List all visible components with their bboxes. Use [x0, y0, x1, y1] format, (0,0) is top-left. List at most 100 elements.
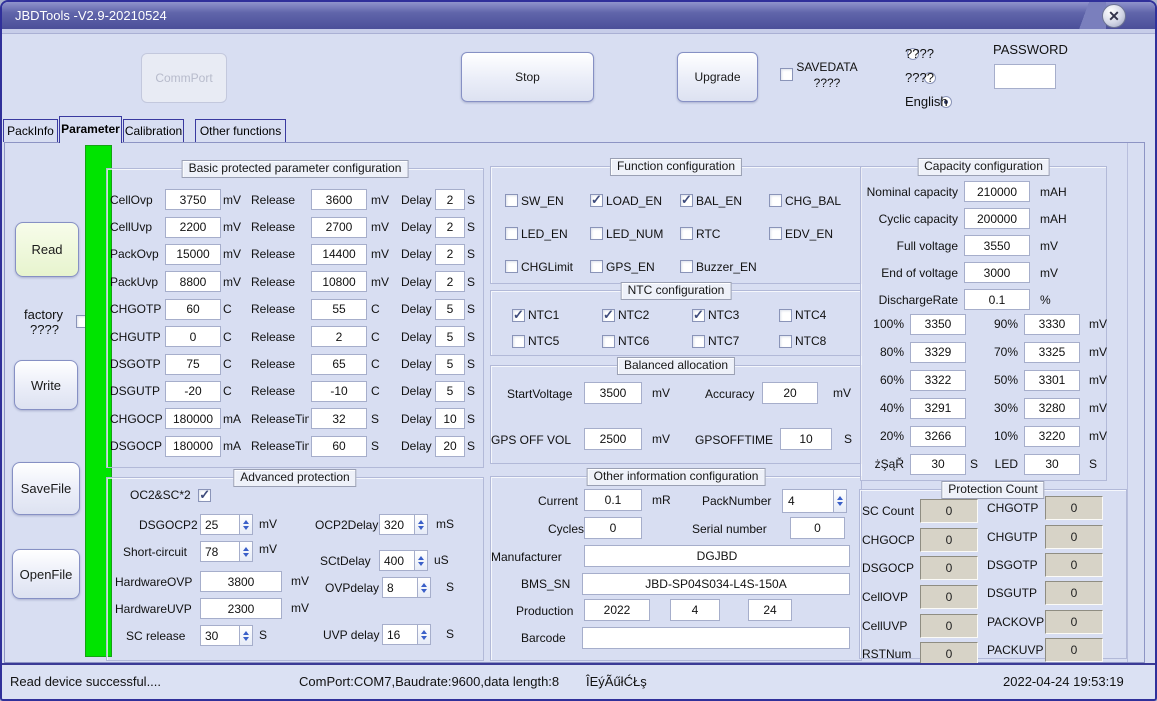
savefile-button[interactable]: SaveFile — [12, 462, 80, 515]
delay-value-input[interactable]: 2 — [435, 217, 465, 238]
manufacturer-input[interactable]: DGJBD — [584, 545, 850, 567]
soc-voltage-input[interactable]: 3330 — [1024, 314, 1080, 335]
uvp-delay-spinner[interactable]: 16 — [382, 624, 431, 645]
function-item[interactable]: BAL_EN — [680, 194, 769, 208]
spinner-down-icon[interactable] — [243, 637, 249, 641]
param-value-input[interactable]: 3750 — [165, 189, 221, 210]
param-value-input[interactable]: 8800 — [165, 271, 221, 292]
upgrade-button[interactable]: Upgrade — [677, 52, 758, 102]
hardware-uvp-input[interactable]: 2300 — [200, 598, 282, 619]
param-value-input[interactable]: 2200 — [165, 217, 221, 238]
release-value-input[interactable]: -10 — [311, 381, 367, 402]
soc-voltage-input[interactable]: 3325 — [1024, 342, 1080, 363]
spinner-down-icon[interactable] — [418, 562, 424, 566]
spinner-down-icon[interactable] — [243, 553, 249, 557]
pack-number-input[interactable]: 4 — [782, 489, 834, 513]
soc-voltage-input[interactable]: 3329 — [910, 342, 966, 363]
spinner-updown-icon[interactable] — [240, 625, 253, 646]
ovpdelay-spinner[interactable]: 8 — [382, 577, 431, 598]
sctdelay-input[interactable]: 400 — [379, 550, 415, 571]
titlebar[interactable]: JBDTools -V2.9-20210524 ✕ — [2, 2, 1155, 29]
release-value-input[interactable]: 3600 — [311, 189, 367, 210]
sw-en-checkbox[interactable] — [505, 194, 518, 207]
bal-en-checkbox[interactable] — [680, 194, 693, 207]
param-value-input[interactable]: 0 — [165, 326, 221, 347]
release-value-input[interactable]: 60 — [311, 436, 367, 457]
spinner-up-icon[interactable] — [243, 547, 249, 551]
tab-parameter[interactable]: Parameter — [59, 116, 122, 143]
bms-sn-input[interactable]: JBD-SP04S034-L4S-150A — [582, 573, 850, 595]
ntc8-checkbox[interactable] — [779, 335, 792, 348]
spinner-down-icon[interactable] — [421, 589, 427, 593]
spinner-up-icon[interactable] — [421, 630, 427, 634]
ntc7-checkbox[interactable] — [692, 335, 705, 348]
short-circuit-input[interactable]: 78 — [200, 541, 240, 562]
function-item[interactable]: EDV_EN — [769, 227, 860, 241]
spinner-up-icon[interactable] — [243, 631, 249, 635]
tab-calibration[interactable]: Calibration — [123, 119, 184, 142]
function-item[interactable]: GPS_EN — [590, 260, 680, 274]
ntc-item[interactable]: NTC5 — [512, 334, 602, 348]
spinner-updown-icon[interactable] — [240, 514, 253, 535]
param-value-input[interactable]: 75 — [165, 354, 221, 375]
function-item[interactable]: CHGLimit — [505, 260, 590, 274]
spinner-up-icon[interactable] — [418, 556, 424, 560]
delay-value-input[interactable]: 5 — [435, 326, 465, 347]
delay-value-input[interactable]: 20 — [435, 436, 465, 457]
sctdelay-spinner[interactable]: 400 — [379, 550, 428, 571]
production-day-input[interactable]: 24 — [748, 599, 792, 621]
chg-bal-checkbox[interactable] — [769, 194, 782, 207]
sc-release-input[interactable]: 30 — [200, 625, 240, 646]
commport-button[interactable]: CommPort — [141, 53, 227, 103]
short-circuit-spinner[interactable]: 78 — [200, 541, 253, 562]
ntc-item[interactable]: NTC3 — [692, 308, 779, 322]
function-item[interactable]: LED_NUM — [590, 227, 680, 241]
param-value-input[interactable]: 60 — [165, 299, 221, 320]
spinner-up-icon[interactable] — [421, 583, 427, 587]
ntc-item[interactable]: NTC6 — [602, 334, 692, 348]
ntc6-checkbox[interactable] — [602, 335, 615, 348]
serial-number-input[interactable]: 0 — [790, 517, 845, 539]
spinner-down-icon[interactable] — [243, 526, 249, 530]
uvp-delay-input[interactable]: 16 — [382, 624, 418, 645]
capacity-value-input[interactable]: 3000 — [964, 262, 1030, 283]
close-icon[interactable]: ✕ — [1102, 4, 1126, 28]
password-input[interactable] — [994, 64, 1056, 89]
release-value-input[interactable]: 32 — [311, 408, 367, 429]
delay-value-input[interactable]: 10 — [435, 408, 465, 429]
spinner-updown-icon[interactable] — [415, 550, 428, 571]
barcode-input[interactable] — [582, 627, 850, 649]
release-value-input[interactable]: 55 — [311, 299, 367, 320]
spinner-updown-icon[interactable] — [834, 489, 847, 513]
production-year-input[interactable]: 2022 — [584, 599, 650, 621]
write-button[interactable]: Write — [14, 360, 78, 410]
ntc4-checkbox[interactable] — [779, 309, 792, 322]
capacity-value-input[interactable]: 210000 — [964, 181, 1030, 202]
ntc2-checkbox[interactable] — [602, 309, 615, 322]
soc-voltage-input[interactable]: 3220 — [1024, 426, 1080, 447]
production-month-input[interactable]: 4 — [670, 599, 720, 621]
function-item[interactable]: RTC — [680, 227, 769, 241]
led-en-checkbox[interactable] — [505, 227, 518, 240]
start-voltage-input[interactable]: 3500 — [584, 382, 642, 404]
ocp2delay-input[interactable]: 320 — [379, 514, 415, 535]
function-item[interactable]: SW_EN — [505, 194, 590, 208]
delay-value-input[interactable]: 2 — [435, 189, 465, 210]
soc-voltage-input[interactable]: 3266 — [910, 426, 966, 447]
delay-value-input[interactable]: 2 — [435, 244, 465, 265]
soc-voltage-input[interactable]: 3322 — [910, 370, 966, 391]
ntc-item[interactable]: NTC1 — [512, 308, 602, 322]
tab-packinfo[interactable]: PackInfo — [3, 119, 58, 142]
delay-value-input[interactable]: 2 — [435, 271, 465, 292]
function-item[interactable]: CHG_BAL — [769, 194, 860, 208]
chglimit-checkbox[interactable] — [505, 260, 518, 273]
soc-voltage-input[interactable]: 3280 — [1024, 398, 1080, 419]
param-value-input[interactable]: -20 — [165, 381, 221, 402]
spinner-updown-icon[interactable] — [415, 514, 428, 535]
gps-off-time-input[interactable]: 10 — [780, 428, 832, 450]
ntc3-checkbox[interactable] — [692, 309, 705, 322]
dsgocp2-spinner[interactable]: 25 — [200, 514, 253, 535]
ntc1-checkbox[interactable] — [512, 309, 525, 322]
capacity-value-input[interactable]: 0.1 — [964, 289, 1030, 310]
param-value-input[interactable]: 180000 — [165, 436, 221, 457]
